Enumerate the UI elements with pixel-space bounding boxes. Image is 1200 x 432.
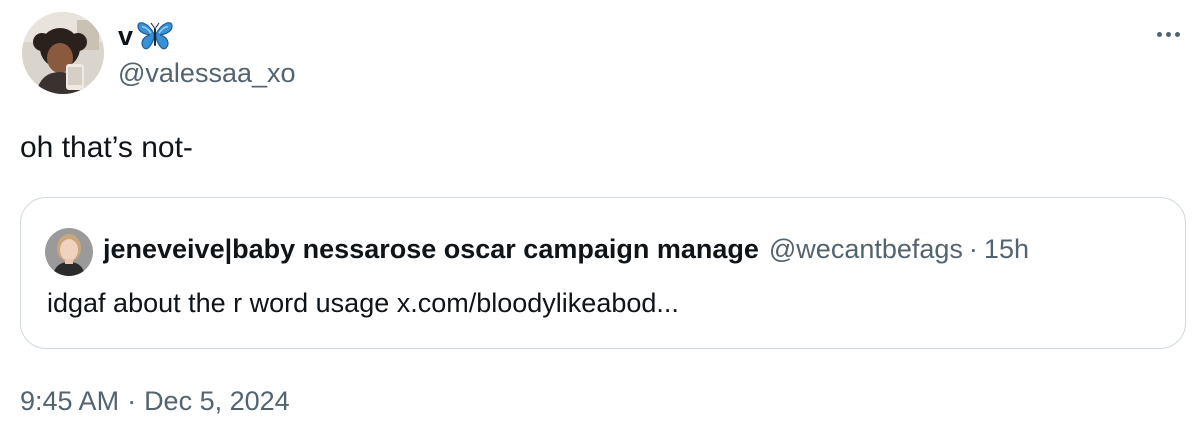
quoted-author-name[interactable]: jeneveive|baby nessarose oscar campaign … bbox=[103, 234, 759, 265]
more-dot bbox=[1165, 31, 1171, 37]
quoted-tweet-header: jeneveive|baby nessarose oscar campaign … bbox=[103, 234, 1161, 265]
quoted-separator: · bbox=[968, 234, 978, 264]
quoted-tweet-age[interactable]: 15h bbox=[984, 234, 1029, 265]
more-dot bbox=[1174, 31, 1180, 37]
butterfly-icon bbox=[136, 20, 174, 52]
quoted-tweet-body: idgaf about the r word usage bbox=[47, 288, 397, 318]
timestamp-separator: · bbox=[127, 386, 137, 416]
quoted-tweet-card[interactable]: jeneveive|baby nessarose oscar campaign … bbox=[20, 197, 1186, 349]
more-dot bbox=[1156, 31, 1162, 37]
author-name-text: v bbox=[118, 20, 134, 51]
quoted-tweet-text: idgaf about the r word usage x.com/blood… bbox=[47, 288, 679, 319]
more-options-icon[interactable] bbox=[1148, 22, 1188, 46]
tweet-date[interactable]: Dec 5, 2024 bbox=[144, 386, 290, 417]
tweet-time[interactable]: 9:45 AM bbox=[20, 386, 119, 417]
author-display-name[interactable]: v bbox=[118, 18, 174, 54]
tweet-text: oh that’s not- bbox=[20, 131, 193, 164]
tweet: v @valessaa_xo oh that’s not- jeneveive|… bbox=[0, 0, 1200, 432]
tweet-timestamp: 9:45 AM · Dec 5, 2024 bbox=[20, 386, 290, 417]
author-avatar[interactable] bbox=[22, 12, 104, 94]
quoted-author-handle[interactable]: @wecantbefags bbox=[769, 234, 963, 265]
quoted-author-avatar[interactable] bbox=[45, 228, 93, 276]
author-handle[interactable]: @valessaa_xo bbox=[118, 60, 296, 87]
quoted-tweet-link[interactable]: x.com/bloodylikeabod... bbox=[397, 288, 679, 318]
